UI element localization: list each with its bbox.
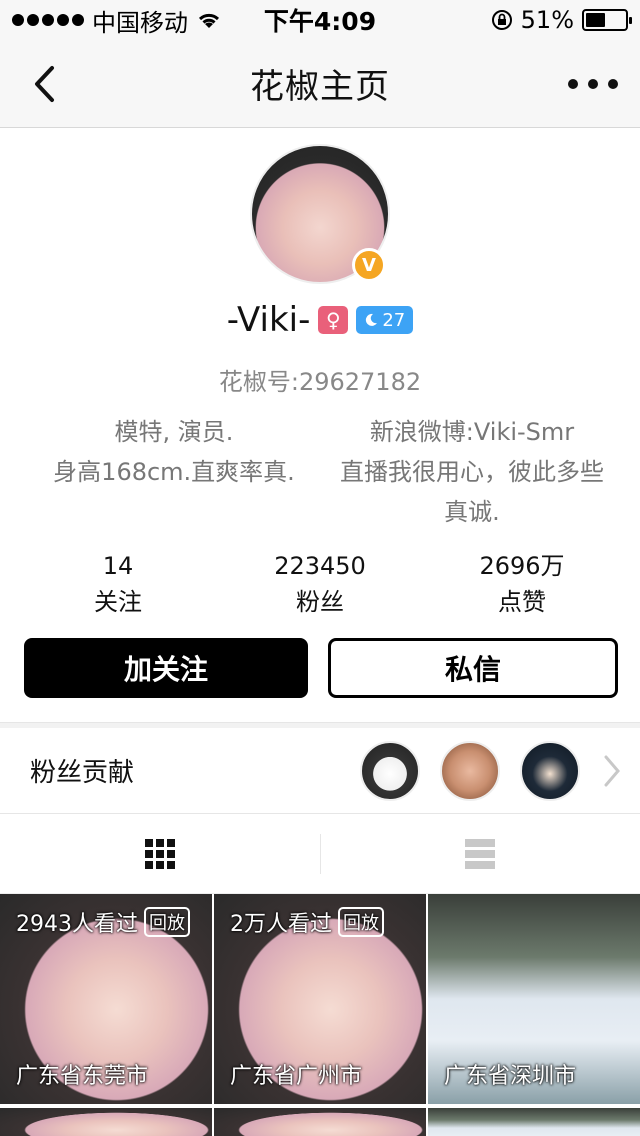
stat-likes[interactable]: 2696万 点赞 — [404, 548, 640, 620]
more-dots-icon — [568, 79, 578, 89]
avatar-container[interactable]: V — [250, 144, 390, 284]
bio-line: 真诚. — [24, 492, 620, 532]
bio-line: 身高168cm.直爽率真. 直播我很用心，彼此多些 — [24, 452, 620, 492]
nav-bar: 花椒主页 — [0, 40, 640, 128]
profile-screen: 中国移动 下午4:09 51% 花椒主页 V -Viki- ♀ 27 花椒号:2… — [0, 0, 640, 1136]
bio-text: 直播我很用心，彼此多些 — [340, 458, 604, 486]
status-bar: 中国移动 下午4:09 51% — [0, 0, 640, 40]
video-grid: 2943人看过 回放 广东省东莞市 2万人看过 回放 广东省广州市 广东省深圳市 — [0, 894, 640, 1136]
stat-following[interactable]: 14 关注 — [0, 548, 236, 620]
bio-text: 真诚. — [444, 498, 500, 526]
fan-avatar[interactable] — [360, 740, 420, 801]
chevron-left-icon — [35, 66, 54, 102]
level-number: 27 — [382, 309, 406, 331]
carrier-label: 中国移动 — [92, 8, 188, 37]
female-gender-icon: ♀ — [318, 306, 349, 334]
fan-avatar[interactable] — [520, 740, 580, 801]
video-card[interactable]: 2943人看过 回放 广东省东莞市 — [0, 894, 212, 1104]
more-button[interactable] — [568, 62, 618, 106]
username: -Viki- — [226, 300, 311, 340]
bio: 模特, 演员. 新浪微博:Viki-Smr 身高168cm.直爽率真. 直播我很… — [24, 412, 620, 532]
fans-contribution-row[interactable]: 粉丝贡献 — [0, 728, 640, 814]
views-text: 2943人看过 — [16, 912, 138, 937]
views-text: 2万人看过 — [230, 912, 332, 937]
replay-badge: 回放 — [338, 907, 384, 937]
view-count: 2943人看过 回放 — [16, 906, 190, 938]
video-card[interactable]: 2万人看过 回放 广东省广州市 — [214, 894, 426, 1104]
wifi-icon — [198, 13, 220, 28]
status-time: 下午4:09 — [263, 7, 377, 36]
list-icon — [465, 838, 496, 869]
video-card[interactable] — [214, 1108, 426, 1136]
level-badge: 27 — [356, 306, 414, 334]
video-card[interactable] — [428, 1108, 640, 1136]
view-count: 2万人看过 回放 — [230, 906, 384, 938]
video-card[interactable]: 广东省深圳市 — [428, 894, 640, 1104]
video-card[interactable] — [0, 1108, 212, 1136]
fans-contribution-label: 粉丝贡献 — [30, 758, 135, 788]
bio-text: 身高168cm.直爽率真. — [53, 458, 295, 486]
tab-grid[interactable] — [0, 814, 320, 893]
bio-text: 新浪微博:Viki-Smr — [369, 418, 575, 446]
name-row: -Viki- ♀ 27 — [0, 300, 640, 340]
verified-badge: V — [352, 248, 386, 282]
follow-button[interactable]: 加关注 — [24, 638, 308, 698]
stat-label: 粉丝 — [296, 588, 344, 616]
moon-icon — [366, 313, 378, 326]
user-id: 花椒号:29627182 — [218, 368, 422, 396]
fan-avatar[interactable] — [440, 740, 500, 801]
stats-row: 14 关注 223450 粉丝 2696万 点赞 — [0, 548, 640, 620]
bio-text: 模特, 演员. — [114, 418, 234, 446]
rotation-lock-icon — [491, 10, 512, 30]
page-title: 花椒主页 — [250, 67, 390, 107]
stat-value: 223450 — [274, 552, 366, 580]
battery-fill — [586, 13, 606, 27]
view-tabs — [0, 814, 640, 894]
location-label: 广东省广州市 — [230, 1064, 363, 1089]
location-label: 广东省东莞市 — [16, 1064, 149, 1089]
location-label: 广东省深圳市 — [444, 1064, 577, 1089]
status-right: 51% — [398, 6, 632, 34]
back-button[interactable] — [22, 62, 66, 106]
stat-value: 14 — [102, 552, 134, 580]
stat-fans[interactable]: 223450 粉丝 — [236, 548, 404, 620]
battery-icon — [582, 9, 632, 31]
message-button[interactable]: 私信 — [328, 638, 618, 698]
battery-percent: 51% — [520, 6, 574, 34]
action-buttons: 加关注 私信 — [24, 638, 618, 698]
stat-label: 点赞 — [498, 588, 546, 616]
chevron-right-icon[interactable] — [600, 751, 624, 791]
status-left: 中国移动 — [12, 3, 242, 38]
stat-label: 关注 — [94, 588, 142, 616]
replay-badge: 回放 — [144, 907, 190, 937]
bio-line: 模特, 演员. 新浪微博:Viki-Smr — [24, 412, 620, 452]
signal-icon — [12, 14, 84, 26]
tab-list[interactable] — [321, 814, 640, 893]
stat-value: 2696万 — [479, 552, 565, 580]
grid-icon — [144, 838, 175, 869]
